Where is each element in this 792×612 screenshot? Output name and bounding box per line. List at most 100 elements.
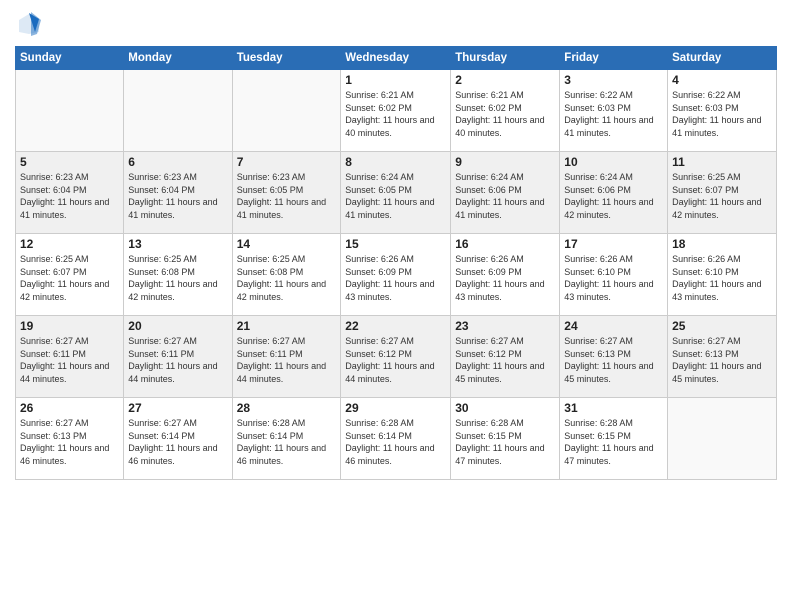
day-number: 10 xyxy=(564,155,663,169)
calendar-cell: 11Sunrise: 6:25 AM Sunset: 6:07 PM Dayli… xyxy=(668,152,777,234)
calendar-cell: 28 Sunrise: 6:28 AM Sunset: 6:14 PM Dayli… xyxy=(232,398,341,480)
day-number: 23 xyxy=(455,319,555,333)
day-number: 5 xyxy=(20,155,119,169)
calendar-cell: 18 Sunrise: 6:26 AM Sunset: 6:10 PM Dayli… xyxy=(668,234,777,316)
calendar-cell: 20Sunrise: 6:27 AM Sunset: 6:11 PM Dayli… xyxy=(124,316,232,398)
week-row-3: 19 Sunrise: 6:27 AM Sunset: 6:11 PM Dayli… xyxy=(16,316,777,398)
day-number: 8 xyxy=(345,155,446,169)
day-info: Sunrise: 6:26 AM Sunset: 6:09 PM Dayligh… xyxy=(455,253,555,303)
calendar-cell: 29 Sunrise: 6:28 AM Sunset: 6:14 PM Dayli… xyxy=(341,398,451,480)
calendar-cell: 2 Sunrise: 6:21 AM Sunset: 6:02 PM Daylig… xyxy=(451,70,560,152)
day-info: Sunrise: 6:21 AM Sunset: 6:02 PM Dayligh… xyxy=(345,89,446,139)
calendar-cell xyxy=(668,398,777,480)
day-info: Sunrise: 6:24 AM Sunset: 6:05 PM Dayligh… xyxy=(345,171,446,221)
calendar-cell: 10 Sunrise: 6:24 AM Sunset: 6:06 PM Dayli… xyxy=(560,152,668,234)
day-info: Sunrise: 6:22 AM Sunset: 6:03 PM Dayligh… xyxy=(672,89,772,139)
day-info: Sunrise: 6:28 AM Sunset: 6:15 PM Dayligh… xyxy=(564,417,663,467)
calendar-cell: 1 Sunrise: 6:21 AM Sunset: 6:02 PM Daylig… xyxy=(341,70,451,152)
calendar-cell: 3 Sunrise: 6:22 AM Sunset: 6:03 PM Daylig… xyxy=(560,70,668,152)
day-number: 7 xyxy=(237,155,337,169)
day-info: Sunrise: 6:23 AM Sunset: 6:04 PM Dayligh… xyxy=(20,171,119,221)
day-number: 17 xyxy=(564,237,663,251)
calendar-cell: 12 Sunrise: 6:25 AM Sunset: 6:07 PM Dayli… xyxy=(16,234,124,316)
day-number: 6 xyxy=(128,155,227,169)
calendar-cell xyxy=(124,70,232,152)
week-row-0: 1 Sunrise: 6:21 AM Sunset: 6:02 PM Daylig… xyxy=(16,70,777,152)
day-number: 3 xyxy=(564,73,663,87)
day-info: Sunrise: 6:24 AM Sunset: 6:06 PM Dayligh… xyxy=(564,171,663,221)
day-info: Sunrise: 6:27 AM Sunset: 6:13 PM Dayligh… xyxy=(20,417,119,467)
calendar-cell: 30 Sunrise: 6:28 AM Sunset: 6:15 PM Dayli… xyxy=(451,398,560,480)
page: SundayMondayTuesdayWednesdayThursdayFrid… xyxy=(0,0,792,612)
weekday-monday: Monday xyxy=(124,47,232,70)
day-number: 18 xyxy=(672,237,772,251)
day-info: Sunrise: 6:21 AM Sunset: 6:02 PM Dayligh… xyxy=(455,89,555,139)
calendar-cell: 17 Sunrise: 6:26 AM Sunset: 6:10 PM Dayli… xyxy=(560,234,668,316)
calendar-cell: 22Sunrise: 6:27 AM Sunset: 6:12 PM Dayli… xyxy=(341,316,451,398)
calendar-cell: 9Sunrise: 6:24 AM Sunset: 6:06 PM Daylig… xyxy=(451,152,560,234)
day-info: Sunrise: 6:26 AM Sunset: 6:10 PM Dayligh… xyxy=(564,253,663,303)
day-info: Sunrise: 6:27 AM Sunset: 6:11 PM Dayligh… xyxy=(20,335,119,385)
logo xyxy=(15,10,45,38)
day-info: Sunrise: 6:28 AM Sunset: 6:14 PM Dayligh… xyxy=(345,417,446,467)
day-info: Sunrise: 6:26 AM Sunset: 6:09 PM Dayligh… xyxy=(345,253,446,303)
day-info: Sunrise: 6:27 AM Sunset: 6:13 PM Dayligh… xyxy=(672,335,772,385)
day-number: 4 xyxy=(672,73,772,87)
weekday-saturday: Saturday xyxy=(668,47,777,70)
day-info: Sunrise: 6:27 AM Sunset: 6:12 PM Dayligh… xyxy=(455,335,555,385)
day-number: 25 xyxy=(672,319,772,333)
weekday-wednesday: Wednesday xyxy=(341,47,451,70)
header xyxy=(15,10,777,38)
calendar-cell: 14Sunrise: 6:25 AM Sunset: 6:08 PM Dayli… xyxy=(232,234,341,316)
calendar-cell: 26 Sunrise: 6:27 AM Sunset: 6:13 PM Dayli… xyxy=(16,398,124,480)
day-number: 30 xyxy=(455,401,555,415)
week-row-1: 5 Sunrise: 6:23 AM Sunset: 6:04 PM Daylig… xyxy=(16,152,777,234)
week-row-4: 26 Sunrise: 6:27 AM Sunset: 6:13 PM Dayli… xyxy=(16,398,777,480)
calendar-cell: 6 Sunrise: 6:23 AM Sunset: 6:04 PM Daylig… xyxy=(124,152,232,234)
calendar-cell: 5 Sunrise: 6:23 AM Sunset: 6:04 PM Daylig… xyxy=(16,152,124,234)
day-info: Sunrise: 6:26 AM Sunset: 6:10 PM Dayligh… xyxy=(672,253,772,303)
day-number: 19 xyxy=(20,319,119,333)
weekday-header-row: SundayMondayTuesdayWednesdayThursdayFrid… xyxy=(16,47,777,70)
calendar-cell: 23 Sunrise: 6:27 AM Sunset: 6:12 PM Dayli… xyxy=(451,316,560,398)
day-info: Sunrise: 6:27 AM Sunset: 6:12 PM Dayligh… xyxy=(345,335,446,385)
day-number: 27 xyxy=(128,401,227,415)
calendar-cell: 7 Sunrise: 6:23 AM Sunset: 6:05 PM Daylig… xyxy=(232,152,341,234)
calendar-cell: 31Sunrise: 6:28 AM Sunset: 6:15 PM Dayli… xyxy=(560,398,668,480)
calendar-cell: 8 Sunrise: 6:24 AM Sunset: 6:05 PM Daylig… xyxy=(341,152,451,234)
day-info: Sunrise: 6:25 AM Sunset: 6:07 PM Dayligh… xyxy=(20,253,119,303)
weekday-sunday: Sunday xyxy=(16,47,124,70)
day-info: Sunrise: 6:25 AM Sunset: 6:07 PM Dayligh… xyxy=(672,171,772,221)
day-info: Sunrise: 6:22 AM Sunset: 6:03 PM Dayligh… xyxy=(564,89,663,139)
day-number: 12 xyxy=(20,237,119,251)
day-number: 24 xyxy=(564,319,663,333)
day-number: 2 xyxy=(455,73,555,87)
weekday-thursday: Thursday xyxy=(451,47,560,70)
day-info: Sunrise: 6:23 AM Sunset: 6:04 PM Dayligh… xyxy=(128,171,227,221)
day-info: Sunrise: 6:27 AM Sunset: 6:11 PM Dayligh… xyxy=(237,335,337,385)
calendar-cell: 27Sunrise: 6:27 AM Sunset: 6:14 PM Dayli… xyxy=(124,398,232,480)
day-info: Sunrise: 6:23 AM Sunset: 6:05 PM Dayligh… xyxy=(237,171,337,221)
day-number: 9 xyxy=(455,155,555,169)
day-number: 15 xyxy=(345,237,446,251)
weekday-friday: Friday xyxy=(560,47,668,70)
logo-icon xyxy=(15,10,43,38)
calendar-cell xyxy=(232,70,341,152)
day-number: 1 xyxy=(345,73,446,87)
calendar-cell: 13Sunrise: 6:25 AM Sunset: 6:08 PM Dayli… xyxy=(124,234,232,316)
calendar-cell: 19 Sunrise: 6:27 AM Sunset: 6:11 PM Dayli… xyxy=(16,316,124,398)
day-number: 28 xyxy=(237,401,337,415)
calendar-cell: 16 Sunrise: 6:26 AM Sunset: 6:09 PM Dayli… xyxy=(451,234,560,316)
day-info: Sunrise: 6:28 AM Sunset: 6:14 PM Dayligh… xyxy=(237,417,337,467)
day-number: 20 xyxy=(128,319,227,333)
week-row-2: 12 Sunrise: 6:25 AM Sunset: 6:07 PM Dayli… xyxy=(16,234,777,316)
calendar-cell: 24 Sunrise: 6:27 AM Sunset: 6:13 PM Dayli… xyxy=(560,316,668,398)
day-info: Sunrise: 6:25 AM Sunset: 6:08 PM Dayligh… xyxy=(237,253,337,303)
calendar-cell: 4 Sunrise: 6:22 AM Sunset: 6:03 PM Daylig… xyxy=(668,70,777,152)
day-number: 26 xyxy=(20,401,119,415)
day-info: Sunrise: 6:25 AM Sunset: 6:08 PM Dayligh… xyxy=(128,253,227,303)
day-number: 29 xyxy=(345,401,446,415)
day-info: Sunrise: 6:27 AM Sunset: 6:13 PM Dayligh… xyxy=(564,335,663,385)
day-info: Sunrise: 6:28 AM Sunset: 6:15 PM Dayligh… xyxy=(455,417,555,467)
day-number: 16 xyxy=(455,237,555,251)
